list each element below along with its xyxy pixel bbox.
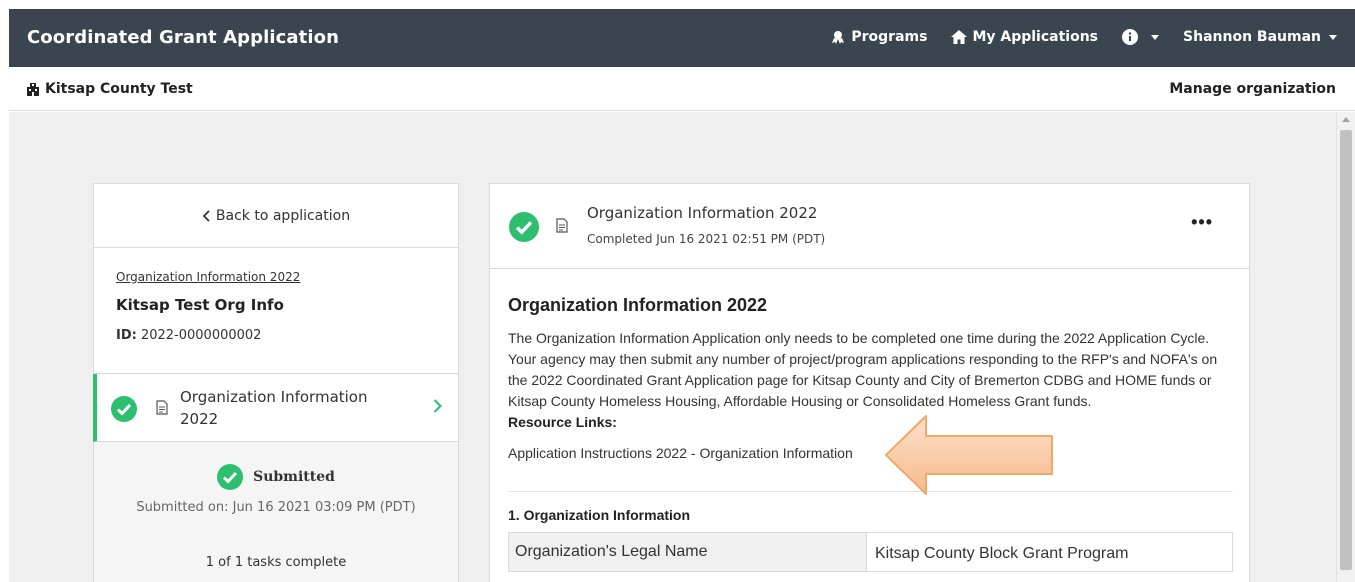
form-name-link[interactable]: Organization Information 2022 (116, 270, 458, 284)
form-header: Organization Information 2022 Completed … (490, 184, 1249, 269)
vertical-scrollbar[interactable] (1336, 112, 1355, 582)
check-circle-icon (509, 212, 539, 242)
field-value: Kitsap County Block Grant Program (875, 545, 1129, 562)
task-label: Organization Information 2022 (180, 388, 368, 428)
manage-organization-link[interactable]: Manage organization (1169, 81, 1336, 97)
scroll-up-icon[interactable] (1342, 117, 1350, 122)
field-label: Organization's Legal Name (509, 533, 867, 571)
nav-my-applications[interactable]: My Applications (951, 29, 1098, 45)
submission-status: Submitted Submitted on: Jun 16 2021 03:0… (94, 442, 458, 515)
resource-link[interactable]: Application Instructions 2022 - Organiza… (508, 445, 1231, 461)
resource-links-title: Resource Links: (508, 414, 617, 430)
top-navbar: Coordinated Grant Application Programs M… (9, 9, 1355, 67)
check-circle-icon (111, 396, 137, 422)
org-bar: Kitsap County Test Manage organization (9, 67, 1355, 111)
org-name-label: Kitsap County Test (45, 81, 193, 97)
help-menu[interactable] (1122, 29, 1160, 45)
chevron-down-icon (1151, 34, 1160, 40)
nav-my-applications-label: My Applications (972, 29, 1099, 45)
building-icon (27, 83, 39, 96)
arrow-left-icon (885, 415, 1053, 495)
id-value: 2022-0000000002 (140, 328, 262, 343)
nav-programs[interactable]: Programs (830, 29, 927, 45)
application-id: ID: 2022-0000000002 (116, 328, 458, 343)
more-options-button[interactable]: ••• (1191, 212, 1213, 233)
field-row: Organization's Legal Name Kitsap County … (508, 532, 1233, 572)
completed-timestamp: Completed Jun 16 2021 02:51 PM (PDT) (587, 232, 826, 246)
application-info: Organization Information 2022 Kitsap Tes… (94, 248, 458, 374)
task-item-organization-information[interactable]: Organization Information 2022 (93, 374, 458, 442)
nav-programs-label: Programs (851, 29, 928, 45)
document-icon (156, 400, 168, 415)
scrollbar-thumb[interactable] (1340, 130, 1352, 570)
back-to-application-link[interactable]: Back to application (94, 184, 458, 248)
form-description: The Organization Information Application… (508, 330, 1218, 409)
app-title[interactable]: Coordinated Grant Application (27, 27, 339, 48)
tasks-complete-count: 1 of 1 tasks complete (205, 555, 347, 570)
form-title: Organization Information 2022 (587, 204, 818, 222)
top-nav: Programs My Applications Shannon Bauman (806, 29, 1337, 45)
form-body: Organization Information 2022 The Organi… (490, 269, 1249, 572)
home-icon (951, 30, 968, 44)
user-menu[interactable]: Shannon Bauman (1183, 29, 1337, 45)
application-name: Kitsap Test Org Info (116, 296, 284, 314)
submitted-date: Submitted on: Jun 16 2021 03:09 PM (PDT) (136, 500, 416, 515)
status-label: Submitted (253, 469, 335, 485)
award-icon (832, 31, 845, 44)
check-circle-icon (217, 464, 244, 490)
form-panel: Organization Information 2022 Completed … (489, 183, 1250, 582)
org-name[interactable]: Kitsap County Test (26, 81, 193, 97)
user-name: Shannon Bauman (1183, 29, 1321, 45)
application-sidebar: Back to application Organization Informa… (93, 183, 459, 582)
form-heading: Organization Information 2022 (508, 295, 768, 315)
section-title: 1. Organization Information (508, 507, 691, 523)
id-label: ID: (116, 328, 137, 343)
divider (508, 491, 1233, 492)
chevron-down-icon (1329, 34, 1337, 40)
document-icon (556, 218, 568, 233)
chevron-left-icon (202, 209, 210, 222)
info-icon (1122, 29, 1139, 45)
chevron-right-icon (433, 399, 442, 413)
back-label: Back to application (215, 207, 351, 224)
